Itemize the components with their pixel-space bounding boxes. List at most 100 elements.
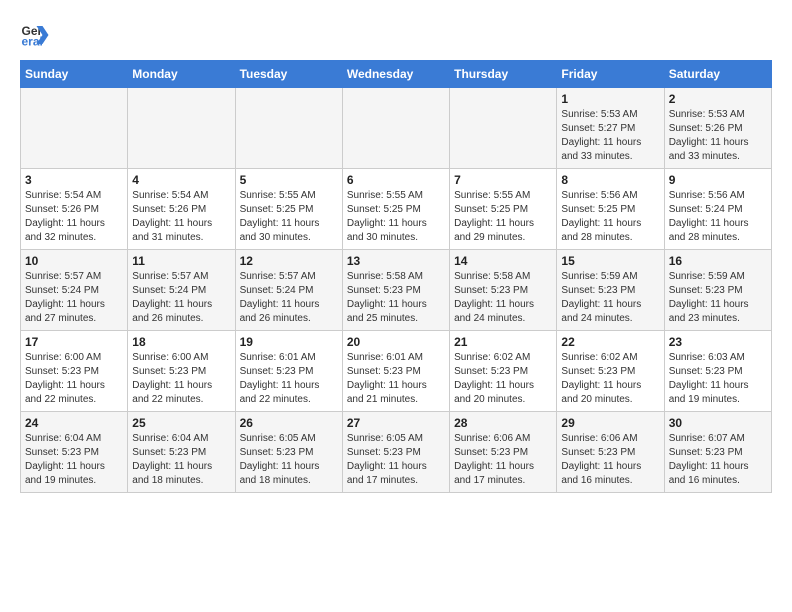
day-number: 10	[25, 254, 123, 268]
day-info: Sunrise: 5:56 AM Sunset: 5:24 PM Dayligh…	[669, 189, 767, 245]
day-number: 14	[454, 254, 552, 268]
calendar-week-1: 1 Sunrise: 5:53 AM Sunset: 5:27 PM Daylig…	[21, 88, 772, 169]
weekday-header-wednesday: Wednesday	[342, 61, 449, 88]
day-number: 20	[347, 335, 445, 349]
day-number: 6	[347, 173, 445, 187]
calendar-cell	[128, 88, 235, 169]
calendar-cell	[450, 88, 557, 169]
calendar-cell: 6 Sunrise: 5:55 AM Sunset: 5:25 PM Daylig…	[342, 169, 449, 250]
calendar-cell: 5 Sunrise: 5:55 AM Sunset: 5:25 PM Daylig…	[235, 169, 342, 250]
day-info: Sunrise: 5:57 AM Sunset: 5:24 PM Dayligh…	[132, 270, 230, 326]
logo-icon: Gen eral	[20, 20, 50, 50]
day-info: Sunrise: 5:58 AM Sunset: 5:23 PM Dayligh…	[454, 270, 552, 326]
calendar-cell: 19 Sunrise: 6:01 AM Sunset: 5:23 PM Dayli…	[235, 331, 342, 412]
calendar-cell: 22Sunrise: 6:02 AM Sunset: 5:23 PM Dayli…	[557, 331, 664, 412]
calendar-cell: 3 Sunrise: 5:54 AM Sunset: 5:26 PM Daylig…	[21, 169, 128, 250]
day-number: 8	[561, 173, 659, 187]
day-number: 15	[561, 254, 659, 268]
day-number: 1	[561, 92, 659, 106]
weekday-header-saturday: Saturday	[664, 61, 771, 88]
day-number: 17	[25, 335, 123, 349]
day-info: Sunrise: 5:53 AM Sunset: 5:26 PM Dayligh…	[669, 108, 767, 164]
day-info: Sunrise: 6:06 AM Sunset: 5:23 PM Dayligh…	[454, 432, 552, 488]
day-number: 27	[347, 416, 445, 430]
calendar-week-5: 24 Sunrise: 6:04 AM Sunset: 5:23 PM Dayli…	[21, 412, 772, 493]
calendar-header: SundayMondayTuesdayWednesdayThursdayFrid…	[21, 61, 772, 88]
calendar-cell: 17 Sunrise: 6:00 AM Sunset: 5:23 PM Dayli…	[21, 331, 128, 412]
calendar-cell: 11 Sunrise: 5:57 AM Sunset: 5:24 PM Dayli…	[128, 250, 235, 331]
day-number: 25	[132, 416, 230, 430]
day-info: Sunrise: 5:54 AM Sunset: 5:26 PM Dayligh…	[25, 189, 123, 245]
calendar-cell: 14 Sunrise: 5:58 AM Sunset: 5:23 PM Dayli…	[450, 250, 557, 331]
weekday-header-tuesday: Tuesday	[235, 61, 342, 88]
calendar-cell: 13Sunrise: 5:58 AM Sunset: 5:23 PM Dayli…	[342, 250, 449, 331]
day-info: Sunrise: 5:53 AM Sunset: 5:27 PM Dayligh…	[561, 108, 659, 164]
day-info: Sunrise: 5:57 AM Sunset: 5:24 PM Dayligh…	[240, 270, 338, 326]
calendar-cell: 18 Sunrise: 6:00 AM Sunset: 5:23 PM Dayli…	[128, 331, 235, 412]
weekday-header-row: SundayMondayTuesdayWednesdayThursdayFrid…	[21, 61, 772, 88]
calendar-cell: 9 Sunrise: 5:56 AM Sunset: 5:24 PM Daylig…	[664, 169, 771, 250]
weekday-header-thursday: Thursday	[450, 61, 557, 88]
calendar-cell: 15 Sunrise: 5:59 AM Sunset: 5:23 PM Dayli…	[557, 250, 664, 331]
weekday-header-monday: Monday	[128, 61, 235, 88]
calendar-cell: 7Sunrise: 5:55 AM Sunset: 5:25 PM Daylig…	[450, 169, 557, 250]
day-info: Sunrise: 6:05 AM Sunset: 5:23 PM Dayligh…	[240, 432, 338, 488]
weekday-header-sunday: Sunday	[21, 61, 128, 88]
day-info: Sunrise: 5:59 AM Sunset: 5:23 PM Dayligh…	[669, 270, 767, 326]
day-info: Sunrise: 6:04 AM Sunset: 5:23 PM Dayligh…	[25, 432, 123, 488]
calendar-cell: 4Sunrise: 5:54 AM Sunset: 5:26 PM Daylig…	[128, 169, 235, 250]
day-number: 3	[25, 173, 123, 187]
calendar-cell	[235, 88, 342, 169]
day-info: Sunrise: 5:57 AM Sunset: 5:24 PM Dayligh…	[25, 270, 123, 326]
day-info: Sunrise: 6:01 AM Sunset: 5:23 PM Dayligh…	[240, 351, 338, 407]
calendar-cell: 27Sunrise: 6:05 AM Sunset: 5:23 PM Dayli…	[342, 412, 449, 493]
calendar-cell: 8Sunrise: 5:56 AM Sunset: 5:25 PM Daylig…	[557, 169, 664, 250]
day-number: 24	[25, 416, 123, 430]
day-info: Sunrise: 6:07 AM Sunset: 5:23 PM Dayligh…	[669, 432, 767, 488]
calendar-cell: 29Sunrise: 6:06 AM Sunset: 5:23 PM Dayli…	[557, 412, 664, 493]
calendar-cell: 1 Sunrise: 5:53 AM Sunset: 5:27 PM Daylig…	[557, 88, 664, 169]
calendar-cell: 25 Sunrise: 6:04 AM Sunset: 5:23 PM Dayli…	[128, 412, 235, 493]
day-info: Sunrise: 5:58 AM Sunset: 5:23 PM Dayligh…	[347, 270, 445, 326]
day-number: 19	[240, 335, 338, 349]
calendar-cell: 28 Sunrise: 6:06 AM Sunset: 5:23 PM Dayli…	[450, 412, 557, 493]
day-number: 5	[240, 173, 338, 187]
calendar-cell: 21Sunrise: 6:02 AM Sunset: 5:23 PM Dayli…	[450, 331, 557, 412]
day-info: Sunrise: 5:55 AM Sunset: 5:25 PM Dayligh…	[240, 189, 338, 245]
day-number: 2	[669, 92, 767, 106]
calendar-cell: 10 Sunrise: 5:57 AM Sunset: 5:24 PM Dayli…	[21, 250, 128, 331]
calendar-cell: 2 Sunrise: 5:53 AM Sunset: 5:26 PM Daylig…	[664, 88, 771, 169]
calendar-week-4: 17 Sunrise: 6:00 AM Sunset: 5:23 PM Dayli…	[21, 331, 772, 412]
calendar-week-2: 3 Sunrise: 5:54 AM Sunset: 5:26 PM Daylig…	[21, 169, 772, 250]
weekday-header-friday: Friday	[557, 61, 664, 88]
day-info: Sunrise: 6:04 AM Sunset: 5:23 PM Dayligh…	[132, 432, 230, 488]
calendar-cell: 24 Sunrise: 6:04 AM Sunset: 5:23 PM Dayli…	[21, 412, 128, 493]
day-info: Sunrise: 6:03 AM Sunset: 5:23 PM Dayligh…	[669, 351, 767, 407]
day-number: 11	[132, 254, 230, 268]
day-number: 7	[454, 173, 552, 187]
calendar-cell: 26 Sunrise: 6:05 AM Sunset: 5:23 PM Dayli…	[235, 412, 342, 493]
calendar-cell	[342, 88, 449, 169]
day-info: Sunrise: 5:55 AM Sunset: 5:25 PM Dayligh…	[347, 189, 445, 245]
day-number: 18	[132, 335, 230, 349]
day-number: 28	[454, 416, 552, 430]
day-number: 26	[240, 416, 338, 430]
day-number: 4	[132, 173, 230, 187]
calendar-week-3: 10 Sunrise: 5:57 AM Sunset: 5:24 PM Dayli…	[21, 250, 772, 331]
calendar-cell: 30 Sunrise: 6:07 AM Sunset: 5:23 PM Dayli…	[664, 412, 771, 493]
calendar-cell: 23 Sunrise: 6:03 AM Sunset: 5:23 PM Dayli…	[664, 331, 771, 412]
day-number: 16	[669, 254, 767, 268]
day-info: Sunrise: 5:59 AM Sunset: 5:23 PM Dayligh…	[561, 270, 659, 326]
day-info: Sunrise: 6:02 AM Sunset: 5:23 PM Dayligh…	[561, 351, 659, 407]
calendar-cell	[21, 88, 128, 169]
header: Gen eral	[20, 20, 772, 50]
day-number: 9	[669, 173, 767, 187]
day-number: 30	[669, 416, 767, 430]
calendar-table: SundayMondayTuesdayWednesdayThursdayFrid…	[20, 60, 772, 493]
day-info: Sunrise: 6:00 AM Sunset: 5:23 PM Dayligh…	[132, 351, 230, 407]
day-number: 23	[669, 335, 767, 349]
day-number: 21	[454, 335, 552, 349]
day-info: Sunrise: 6:00 AM Sunset: 5:23 PM Dayligh…	[25, 351, 123, 407]
calendar-cell: 12Sunrise: 5:57 AM Sunset: 5:24 PM Dayli…	[235, 250, 342, 331]
calendar-cell: 20Sunrise: 6:01 AM Sunset: 5:23 PM Dayli…	[342, 331, 449, 412]
